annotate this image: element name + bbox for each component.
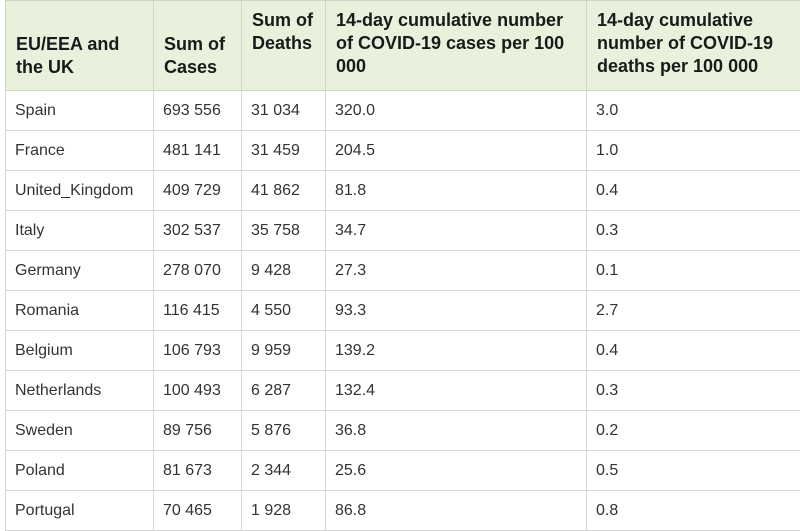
deaths-per-100000-cell: 0.1 [587,251,800,291]
table-row: Belgium106 7939 959139.20.4 [6,331,800,371]
header-row: EU/EEA and the UK Sum of Cases Sum of De… [6,1,800,91]
cases-cell: 70 465 [154,491,242,531]
deaths-per-100000-cell: 0.5 [587,451,800,491]
cases-cell: 278 070 [154,251,242,291]
deaths-per-100000-cell: 0.3 [587,211,800,251]
cases-per-100000-cell: 132.4 [326,371,587,411]
deaths-cell: 31 034 [242,91,326,131]
table-header: EU/EEA and the UK Sum of Cases Sum of De… [6,1,800,91]
deaths-cell: 9 959 [242,331,326,371]
deaths-cell: 4 550 [242,291,326,331]
deaths-cell: 31 459 [242,131,326,171]
country-cell: France [6,131,154,171]
deaths-cell: 6 287 [242,371,326,411]
cases-per-100000-cell: 36.8 [326,411,587,451]
deaths-cell: 1 928 [242,491,326,531]
cases-per-100000-cell: 139.2 [326,331,587,371]
header-deaths-per-100000: 14-day cumulative number of COVID-19 dea… [587,1,800,91]
deaths-cell: 5 876 [242,411,326,451]
cases-cell: 106 793 [154,331,242,371]
deaths-per-100000-cell: 1.0 [587,131,800,171]
deaths-per-100000-cell: 0.4 [587,331,800,371]
table-body: Spain693 55631 034320.03.0France481 1413… [6,91,800,531]
cases-cell: 409 729 [154,171,242,211]
deaths-per-100000-cell: 3.0 [587,91,800,131]
deaths-per-100000-cell: 0.2 [587,411,800,451]
country-cell: Belgium [6,331,154,371]
country-cell: United_Kingdom [6,171,154,211]
country-cell: Poland [6,451,154,491]
country-cell: Netherlands [6,371,154,411]
country-cell: Romania [6,291,154,331]
cases-cell: 693 556 [154,91,242,131]
table-row: United_Kingdom409 72941 86281.80.4 [6,171,800,211]
country-cell: Sweden [6,411,154,451]
header-country: EU/EEA and the UK [6,1,154,91]
cases-per-100000-cell: 204.5 [326,131,587,171]
table-row: Portugal70 4651 92886.80.8 [6,491,800,531]
deaths-cell: 35 758 [242,211,326,251]
country-cell: Italy [6,211,154,251]
country-cell: Portugal [6,491,154,531]
deaths-per-100000-cell: 2.7 [587,291,800,331]
cases-per-100000-cell: 320.0 [326,91,587,131]
table-row: Spain693 55631 034320.03.0 [6,91,800,131]
cases-cell: 100 493 [154,371,242,411]
header-sum-of-deaths: Sum of Deaths [242,1,326,91]
table-row: Romania116 4154 55093.32.7 [6,291,800,331]
country-cell: Germany [6,251,154,291]
cases-cell: 81 673 [154,451,242,491]
header-cases-per-100000: 14-day cumulative number of COVID-19 cas… [326,1,587,91]
table-row: Italy302 53735 75834.70.3 [6,211,800,251]
table-row: Netherlands100 4936 287132.40.3 [6,371,800,411]
cases-per-100000-cell: 93.3 [326,291,587,331]
deaths-per-100000-cell: 0.3 [587,371,800,411]
cases-cell: 481 141 [154,131,242,171]
cases-per-100000-cell: 81.8 [326,171,587,211]
cases-cell: 116 415 [154,291,242,331]
deaths-cell: 9 428 [242,251,326,291]
table-row: France481 14131 459204.51.0 [6,131,800,171]
country-cell: Spain [6,91,154,131]
cases-per-100000-cell: 27.3 [326,251,587,291]
deaths-cell: 2 344 [242,451,326,491]
covid-stats-table: EU/EEA and the UK Sum of Cases Sum of De… [5,0,800,531]
cases-cell: 89 756 [154,411,242,451]
cases-per-100000-cell: 34.7 [326,211,587,251]
deaths-per-100000-cell: 0.8 [587,491,800,531]
cases-cell: 302 537 [154,211,242,251]
header-sum-of-cases: Sum of Cases [154,1,242,91]
cases-per-100000-cell: 86.8 [326,491,587,531]
cases-per-100000-cell: 25.6 [326,451,587,491]
deaths-per-100000-cell: 0.4 [587,171,800,211]
table-row: Sweden89 7565 87636.80.2 [6,411,800,451]
deaths-cell: 41 862 [242,171,326,211]
table-row: Poland81 6732 34425.60.5 [6,451,800,491]
table-row: Germany278 0709 42827.30.1 [6,251,800,291]
